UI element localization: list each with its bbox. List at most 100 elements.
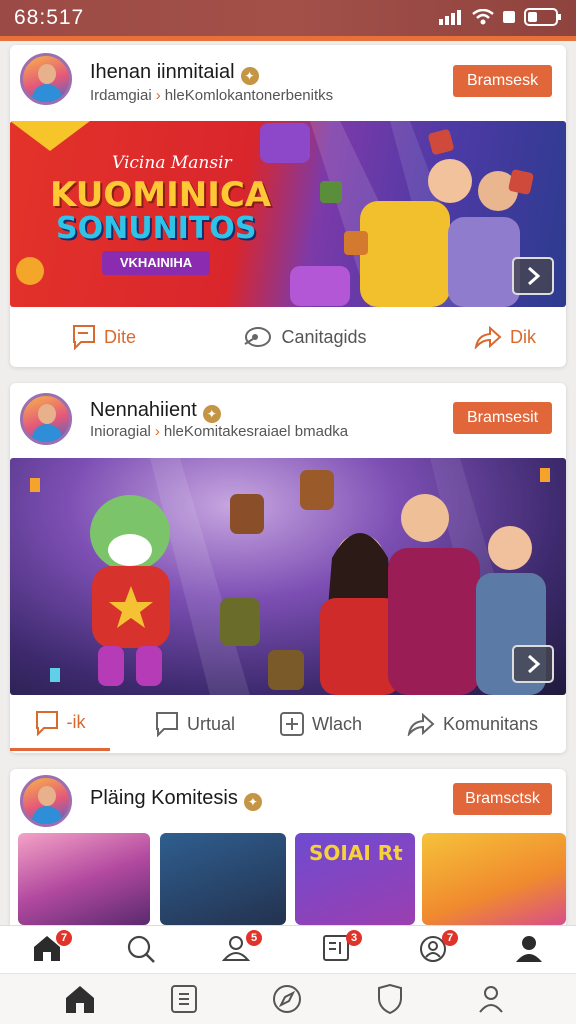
- nav-search[interactable]: [126, 934, 160, 966]
- notification-badge: 7: [442, 930, 458, 946]
- action-share[interactable]: Dik: [474, 325, 536, 349]
- chevron-right-icon: [528, 654, 541, 674]
- nav-users[interactable]: 5: [221, 930, 262, 966]
- account-icon: [479, 986, 503, 1013]
- home-icon: [66, 986, 94, 1013]
- chat-bubble-icon: [73, 325, 95, 350]
- chat-bubble-icon: [35, 710, 58, 736]
- status-icons: [439, 8, 562, 26]
- bell-icon: [503, 11, 515, 23]
- post-subtitle-left: Inioragial: [90, 423, 151, 440]
- follow-button[interactable]: Bramsctsk: [453, 783, 552, 815]
- avatar[interactable]: [20, 393, 72, 445]
- action-link[interactable]: Canitagids: [243, 324, 367, 350]
- avatar[interactable]: [20, 53, 72, 105]
- compass-icon: [273, 985, 301, 1013]
- post-subtitle-left: Irdamgiai: [90, 87, 152, 104]
- action-label: Canitagids: [281, 326, 367, 347]
- notification-badge: 5: [246, 930, 262, 946]
- notification-badge: 7: [56, 930, 72, 946]
- nav-home[interactable]: 7: [32, 930, 72, 966]
- post-title-text: Ihenan iinmitaial: [90, 61, 235, 83]
- shield-icon: [378, 983, 402, 1015]
- plus-box-icon: [279, 712, 304, 736]
- share-arrow-icon: [474, 325, 502, 349]
- post-actions: Dite Canitagids Dik: [10, 307, 566, 367]
- action-tab-active[interactable]: -ik: [10, 697, 110, 751]
- post-title[interactable]: Nennahiient ✦: [90, 399, 221, 423]
- post-header: Ihenan iinmitaial ✦ Irdamgiai › hleKomlokan…: [10, 45, 566, 121]
- nav2-home[interactable]: [64, 984, 98, 1016]
- nav2-account[interactable]: [476, 984, 510, 1016]
- post-actions: -ik Urtual Wlach Komunitans: [10, 697, 566, 751]
- banner-next-button[interactable]: [512, 645, 554, 683]
- feed[interactable]: Ihenan iinmitaial ✦ Irdamgiai › hleKomlokan…: [0, 41, 576, 925]
- status-bar: 68:517: [0, 0, 576, 36]
- wifi-icon: [472, 9, 494, 25]
- post-card: Ihenan iinmitaial ✦ Irdamgiai › hleKomlokan…: [10, 45, 566, 367]
- action-comment[interactable]: Urtual: [155, 711, 235, 737]
- nav2-shield[interactable]: [376, 983, 410, 1016]
- post-title[interactable]: Ihenan iinmitaial ✦: [90, 61, 259, 85]
- banner-next-button[interactable]: [512, 257, 554, 295]
- post-banner-image[interactable]: Vicina Mansir KUOMINICA SONUNITOS VKHAIN…: [10, 121, 566, 307]
- thumbnail-text: SOIAI Rt: [309, 841, 403, 865]
- nav2-list[interactable]: [170, 984, 204, 1016]
- post-card: Nennahiient ✦ Inioragial › hleKomitakesraia…: [10, 383, 566, 753]
- chevron-right-icon: ›: [154, 423, 160, 440]
- search-icon: [127, 935, 155, 963]
- thumbnail[interactable]: [18, 833, 150, 925]
- action-label: Dik: [509, 326, 536, 347]
- banner-headline-1: KUOMINICA: [50, 175, 272, 215]
- nav2-compass[interactable]: [272, 984, 306, 1016]
- chevron-right-icon: [528, 266, 541, 286]
- list-icon: [171, 985, 197, 1013]
- action-label: Wlach: [311, 713, 362, 734]
- battery-icon: [524, 8, 561, 26]
- notification-badge: 3: [346, 930, 362, 946]
- follow-button[interactable]: Bramsesk: [453, 65, 552, 97]
- post-subtitle: Inioragial › hleKomitakesraiael bmadka: [90, 423, 348, 440]
- nav-profile[interactable]: [514, 934, 548, 966]
- action-watch[interactable]: Wlach: [279, 712, 362, 736]
- post-subtitle: Irdamgiai › hleKomlokantonerbenitks: [90, 87, 333, 104]
- action-label: -ik: [66, 712, 86, 732]
- chevron-right-icon: ›: [155, 87, 161, 104]
- nav-news[interactable]: 3: [322, 930, 362, 966]
- thumbnail[interactable]: [160, 833, 286, 925]
- action-label: Urtual: [186, 713, 235, 734]
- banner-kicker: Vicina Mansir: [112, 153, 232, 173]
- action-label: Komunitans: [442, 713, 538, 734]
- post-title-text: Nennahiient: [90, 399, 197, 421]
- comment-icon: [155, 712, 178, 737]
- action-share[interactable]: Komunitans: [407, 712, 538, 736]
- follow-button[interactable]: Bramsesit: [453, 402, 552, 434]
- banner-tag: VKHAINIHA: [102, 251, 210, 275]
- thumbnail[interactable]: SOIAI Rt: [295, 833, 415, 925]
- action-label: Dite: [104, 326, 137, 347]
- verified-badge-icon: ✦: [243, 793, 262, 811]
- banner-headline-2: SONUNITOS: [56, 211, 257, 246]
- post-title[interactable]: Pläing Komitesis ✦: [90, 787, 262, 811]
- banner-illustration: [30, 458, 550, 695]
- post-header: Nennahiient ✦ Inioragial › hleKomitakesraia…: [10, 383, 566, 459]
- verified-badge-icon: ✦: [202, 405, 221, 423]
- post-subtitle-right: hleKomlokantonerbenitks: [164, 87, 334, 104]
- share-link-icon: [244, 327, 272, 347]
- verified-badge-icon: ✦: [240, 67, 259, 85]
- nav-community[interactable]: 7: [418, 930, 458, 966]
- tab-bar: 7 5 3 7: [0, 925, 576, 973]
- action-comment[interactable]: Dite: [72, 324, 136, 350]
- post-subtitle-right: hleKomitakesraiael bmadka: [163, 423, 349, 440]
- thumbnail[interactable]: [422, 833, 566, 925]
- profile-icon: [516, 936, 542, 962]
- post-title-text: Pläing Komitesis: [90, 787, 238, 809]
- thumbnail-row: SOIAI Rt: [18, 833, 566, 925]
- share-arrow-icon: [407, 712, 435, 736]
- system-nav-bar: [0, 973, 576, 1024]
- signal-icon: [439, 10, 461, 25]
- post-banner-image[interactable]: [10, 458, 566, 695]
- status-time: 68:517: [14, 6, 85, 29]
- post-card: Pläing Komitesis ✦ Bramsctsk SOIAI Rt: [10, 769, 566, 925]
- avatar[interactable]: [20, 775, 72, 827]
